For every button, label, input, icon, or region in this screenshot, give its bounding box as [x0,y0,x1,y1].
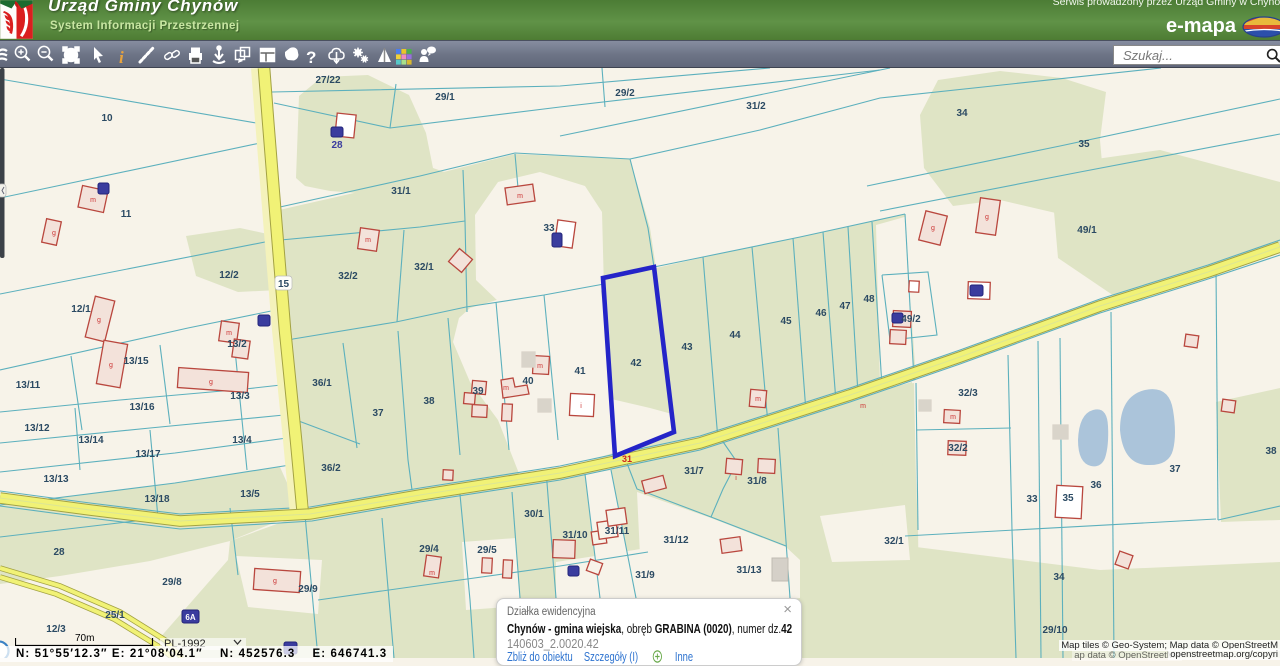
svg-text:36: 36 [1090,480,1102,491]
svg-text:49/1: 49/1 [1077,225,1097,236]
svg-text:g: g [97,317,101,324]
svg-text:13/18: 13/18 [144,494,169,505]
svg-text:44: 44 [729,330,741,341]
svg-text:49/2: 49/2 [901,314,921,325]
svg-text:28: 28 [331,140,343,151]
svg-text:30/1: 30/1 [524,509,544,520]
svg-text:35: 35 [1078,139,1090,150]
svg-text:29/8: 29/8 [162,577,182,588]
svg-text:m: m [860,403,866,410]
svg-text:32/2: 32/2 [338,271,358,282]
svg-text:38: 38 [423,396,435,407]
svg-text:m: m [365,237,371,244]
svg-text:?: ? [306,48,316,67]
svg-text:13/2: 13/2 [227,339,247,350]
svg-text:10: 10 [101,113,113,124]
svg-text:13/13: 13/13 [43,474,68,485]
svg-text:31/8: 31/8 [747,476,767,487]
svg-text:46: 46 [815,308,827,319]
svg-text:31: 31 [622,454,632,464]
svg-text:31/7: 31/7 [684,466,704,477]
svg-text:40: 40 [522,376,534,387]
svg-text:31/12: 31/12 [663,535,688,546]
svg-text:34: 34 [956,108,968,119]
svg-text:12/1: 12/1 [71,304,91,315]
svg-text:13/5: 13/5 [240,489,260,500]
svg-text:43: 43 [681,342,693,353]
svg-text:6A: 6A [185,613,195,622]
svg-text:29/9: 29/9 [298,584,318,595]
svg-text:32/1: 32/1 [414,262,434,273]
svg-text:m: m [950,414,956,421]
svg-text:i: i [119,48,124,67]
svg-text:m: m [429,570,435,577]
svg-text:m: m [90,197,96,204]
svg-text:29/5: 29/5 [477,545,497,556]
svg-text:33: 33 [1026,494,1038,505]
svg-text:31/11: 31/11 [605,526,630,537]
svg-text:g: g [985,214,989,221]
svg-text:13/17: 13/17 [135,449,160,460]
svg-text:13/3: 13/3 [230,391,250,402]
svg-text:32/2: 32/2 [948,443,968,454]
svg-text:36/1: 36/1 [312,378,332,389]
svg-text:45: 45 [780,316,792,327]
svg-text:33: 33 [543,223,555,234]
svg-text:12/2: 12/2 [219,270,239,281]
svg-text:31/2: 31/2 [746,101,766,112]
svg-text:70m: 70m [75,633,94,644]
svg-text:m: m [226,330,232,337]
svg-text:48: 48 [863,294,875,305]
svg-text:g: g [109,362,113,369]
svg-text:29/10: 29/10 [1042,625,1067,636]
svg-text:41: 41 [574,366,586,377]
svg-text:15: 15 [278,279,290,290]
svg-text:m: m [517,193,523,200]
svg-text:39: 39 [472,386,484,397]
svg-text:13/11: 13/11 [16,380,41,391]
svg-text:11: 11 [121,209,132,220]
svg-text:g: g [52,230,56,237]
svg-text:28: 28 [53,547,65,558]
svg-text:31/10: 31/10 [562,530,587,541]
svg-text:g: g [209,379,213,386]
svg-text:g: g [931,225,935,232]
svg-text:38: 38 [1265,446,1277,457]
svg-text:13/16: 13/16 [129,402,154,413]
svg-text:m: m [755,396,761,403]
svg-text:13/12: 13/12 [24,423,49,434]
svg-text:35: 35 [1062,493,1074,504]
svg-text:29/2: 29/2 [615,88,635,99]
svg-text:36/2: 36/2 [321,463,341,474]
svg-text:31/13: 31/13 [736,565,761,576]
svg-text:42: 42 [630,358,642,369]
svg-text:37: 37 [372,408,384,419]
svg-text:m: m [537,363,543,370]
svg-text:13/14: 13/14 [78,435,103,446]
svg-text:25/1: 25/1 [105,610,125,621]
svg-text:34: 34 [1053,572,1065,583]
svg-text:32/3: 32/3 [958,388,978,399]
svg-text:m: m [503,385,509,392]
svg-text:47: 47 [839,301,851,312]
svg-text:32/1: 32/1 [884,536,904,547]
svg-text:27/22: 27/22 [315,75,340,86]
svg-text:31/1: 31/1 [391,186,411,197]
svg-text:31/9: 31/9 [635,570,655,581]
svg-text:29/4: 29/4 [419,544,439,555]
svg-text:g: g [273,578,277,585]
svg-text:13/4: 13/4 [232,435,252,446]
svg-text:29/1: 29/1 [435,92,455,103]
svg-text:13/15: 13/15 [123,356,148,367]
svg-text:37: 37 [1169,464,1181,475]
